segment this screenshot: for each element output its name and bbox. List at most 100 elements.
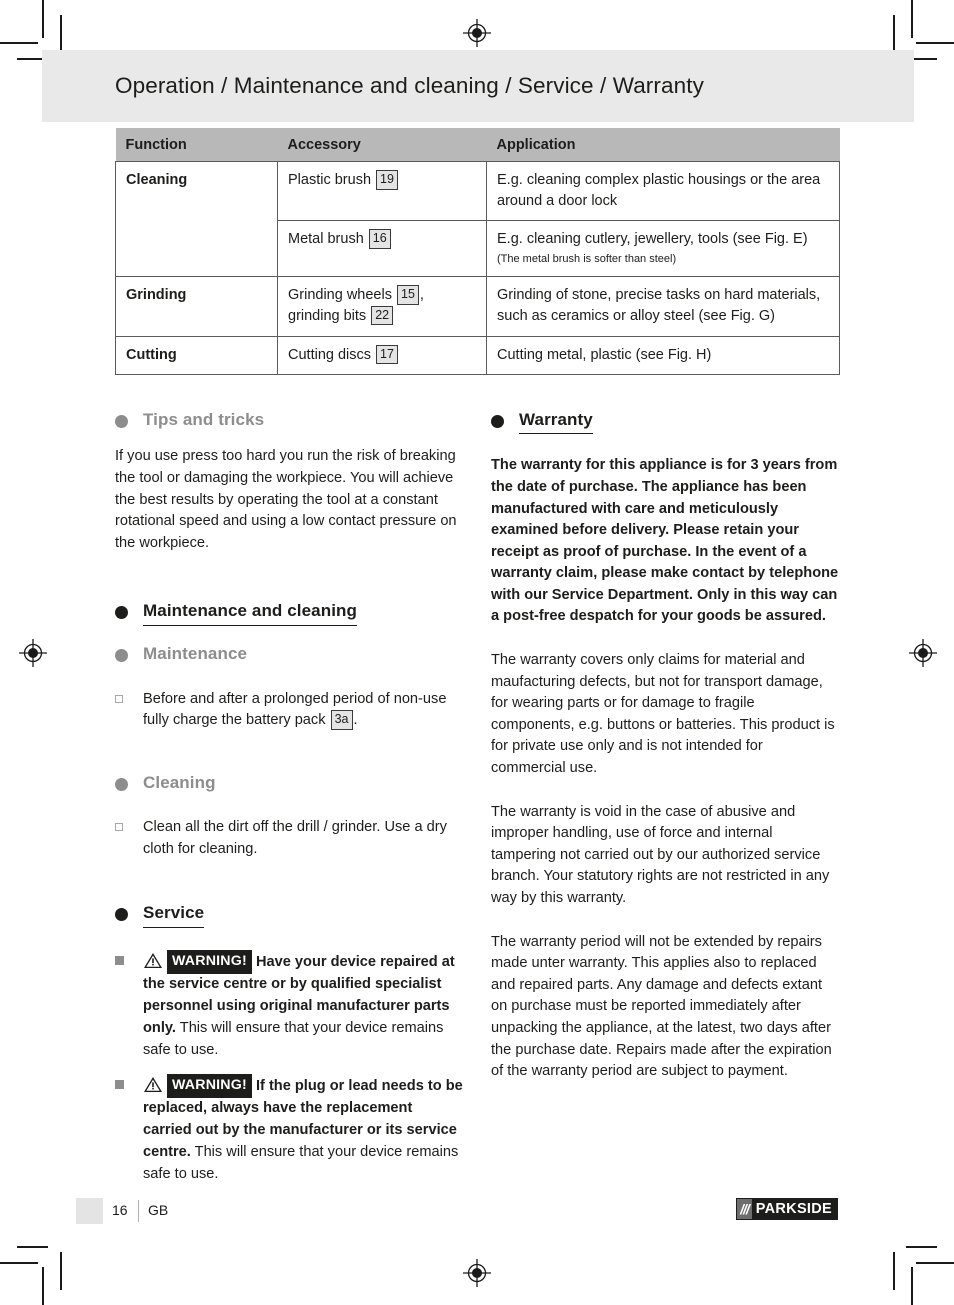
square-bullet-icon — [115, 817, 143, 860]
page-header-band: Operation / Maintenance and cleaning / S… — [42, 50, 914, 122]
paragraph-tips: If you use press too hard you run the ri… — [115, 448, 457, 551]
warning-rest-text: This will ensure that your device remain… — [143, 1019, 444, 1058]
parkside-logo: /// PARKSIDE — [736, 1198, 838, 1220]
square-bullet-icon — [115, 689, 143, 732]
logo-slashes-icon: /// — [737, 1199, 752, 1219]
column-header-application: Application — [486, 128, 840, 162]
bullet-circle-icon — [115, 777, 128, 791]
bullet-circle-icon — [115, 908, 128, 922]
column-header-function: Function — [115, 128, 278, 162]
two-column-body: Tips and tricks If you use press too har… — [115, 400, 839, 1185]
part-reference: 17 — [376, 344, 398, 364]
right-column: Warranty The warranty for this appliance… — [491, 400, 839, 1185]
bullet-circle-icon — [115, 415, 128, 429]
crop-mark-bottom-left-horizontal — [0, 1262, 38, 1264]
bullet-circle-icon — [491, 415, 504, 429]
cell-application: E.g. cleaning complex plastic housings o… — [486, 160, 840, 222]
warning-text: WARNING! Have your device repaired at th… — [143, 949, 463, 1062]
table-header-row: Function Accessory Application — [115, 128, 840, 162]
heading-tips-and-tricks: Tips and tricks — [143, 410, 265, 430]
crop-mark-inner-bottom-left-horizontal — [17, 1246, 48, 1248]
heading-warranty: Warranty — [519, 409, 593, 435]
crop-mark-top-right-vertical — [911, 0, 913, 38]
language-code: GB — [148, 1202, 169, 1218]
cell-application: Grinding of stone, precise tasks on hard… — [486, 276, 840, 337]
crop-mark-inner-bottom-right-vertical — [893, 1252, 895, 1290]
crop-mark-bottom-right-vertical — [911, 1267, 913, 1305]
cell-application: E.g. cleaning cutlery, jewellery, tools … — [486, 220, 840, 278]
crop-mark-inner-bottom-right-horizontal — [906, 1246, 937, 1248]
square-bullet-icon — [115, 1074, 143, 1186]
warning-list-item: WARNING! Have your device repaired at th… — [115, 949, 463, 1062]
crop-mark-inner-bottom-left-vertical — [60, 1252, 62, 1290]
section-maintenance: Maintenance — [115, 643, 463, 664]
registration-mark-top — [462, 18, 492, 48]
footer-divider — [138, 1200, 139, 1222]
heading-maintenance: Maintenance — [143, 643, 248, 663]
cell-function: Cutting — [115, 335, 278, 376]
warning-badge: WARNING! — [167, 949, 252, 974]
warning-text: WARNING! If the plug or lead needs to be… — [143, 1073, 463, 1186]
registration-mark-left — [18, 638, 48, 668]
cell-function: Cleaning — [115, 160, 278, 278]
crop-mark-bottom-left-vertical — [42, 1267, 44, 1305]
table-row: Grinding Grinding wheels 15, grinding bi… — [115, 276, 840, 337]
application-note: (The metal brush is softer than steel) — [497, 252, 677, 265]
part-reference: 15 — [397, 285, 419, 305]
warning-rest-text: This will ensure that your device remain… — [143, 1143, 459, 1182]
registration-mark-right — [908, 638, 938, 668]
crop-mark-inner-top-left-vertical — [60, 15, 62, 53]
cell-application: Cutting metal, plastic (see Fig. H) — [486, 335, 840, 376]
column-header-accessory: Accessory — [277, 128, 487, 162]
accessory-label: Grinding wheels — [288, 287, 392, 304]
table-row: Cleaning Plastic brush 19 E.g. cleaning … — [115, 160, 840, 278]
maintenance-item-text: Before and after a prolonged period of n… — [143, 690, 447, 729]
square-bullet-icon — [115, 950, 143, 1062]
list-item: Before and after a prolonged period of n… — [115, 689, 463, 732]
maintenance-item-suffix: . — [353, 712, 358, 729]
application-text: E.g. cleaning cutlery, jewellery, tools … — [497, 231, 808, 248]
part-reference: 19 — [376, 170, 398, 190]
crop-mark-top-right-horizontal — [916, 42, 954, 44]
accessory-label: Cutting discs — [288, 346, 372, 363]
crop-mark-top-left-horizontal — [0, 42, 38, 44]
cell-accessory: Plastic brush 19 — [277, 160, 487, 222]
page-content: Function Accessory Application Cleaning … — [115, 128, 840, 1185]
part-reference: 22 — [371, 305, 394, 326]
footer-color-swatch — [76, 1198, 103, 1224]
part-reference: 3a — [330, 710, 353, 730]
warning-triangle-icon — [143, 1076, 163, 1093]
warning-badge: WARNING! — [167, 1073, 252, 1098]
paragraph-warranty-void: The warranty is void in the case of abus… — [491, 803, 830, 907]
paragraph-warranty-coverage: The warranty covers only claims for mate… — [491, 652, 835, 777]
list-item: Clean all the dirt off the drill / grind… — [115, 817, 463, 860]
cell-accessory: Metal brush 16 — [277, 220, 487, 278]
heading-cleaning: Cleaning — [143, 772, 216, 792]
list-item-text: Before and after a prolonged period of n… — [143, 689, 463, 732]
warning-list-item: WARNING! If the plug or lead needs to be… — [115, 1073, 463, 1186]
left-column: Tips and tricks If you use press too har… — [115, 400, 463, 1185]
page-number: 16 — [112, 1202, 128, 1218]
warning-triangle-icon — [143, 952, 163, 969]
paragraph-warranty-period: The warranty period will not be extended… — [491, 933, 832, 1080]
section-tips-and-tricks: Tips and tricks — [115, 409, 463, 430]
accessory-label: Plastic brush — [288, 172, 372, 188]
accessory-table: Function Accessory Application Cleaning … — [115, 128, 840, 376]
section-service: Service — [115, 902, 463, 928]
cell-accessory: Grinding wheels 15, grinding bits 22 — [277, 276, 487, 337]
bullet-circle-icon — [115, 648, 128, 662]
heading-service: Service — [143, 902, 205, 928]
section-cleaning: Cleaning — [115, 772, 463, 793]
part-reference: 16 — [368, 229, 391, 249]
page-footer: 16 GB /// PARKSIDE — [76, 1198, 838, 1224]
page-title: Operation / Maintenance and cleaning / S… — [115, 73, 704, 98]
crop-mark-bottom-right-horizontal — [916, 1262, 954, 1264]
section-maintenance-and-cleaning: Maintenance and cleaning — [115, 600, 463, 626]
paragraph-warranty-intro: The warranty for this appliance is for 3… — [491, 457, 839, 625]
cell-accessory: Cutting discs 17 — [277, 335, 487, 376]
section-warranty: Warranty — [491, 409, 839, 435]
accessory-label: Metal brush — [288, 231, 364, 248]
registration-mark-bottom — [462, 1258, 492, 1288]
crop-mark-inner-top-right-vertical — [893, 15, 895, 53]
list-item-text: Clean all the dirt off the drill / grind… — [143, 819, 447, 857]
